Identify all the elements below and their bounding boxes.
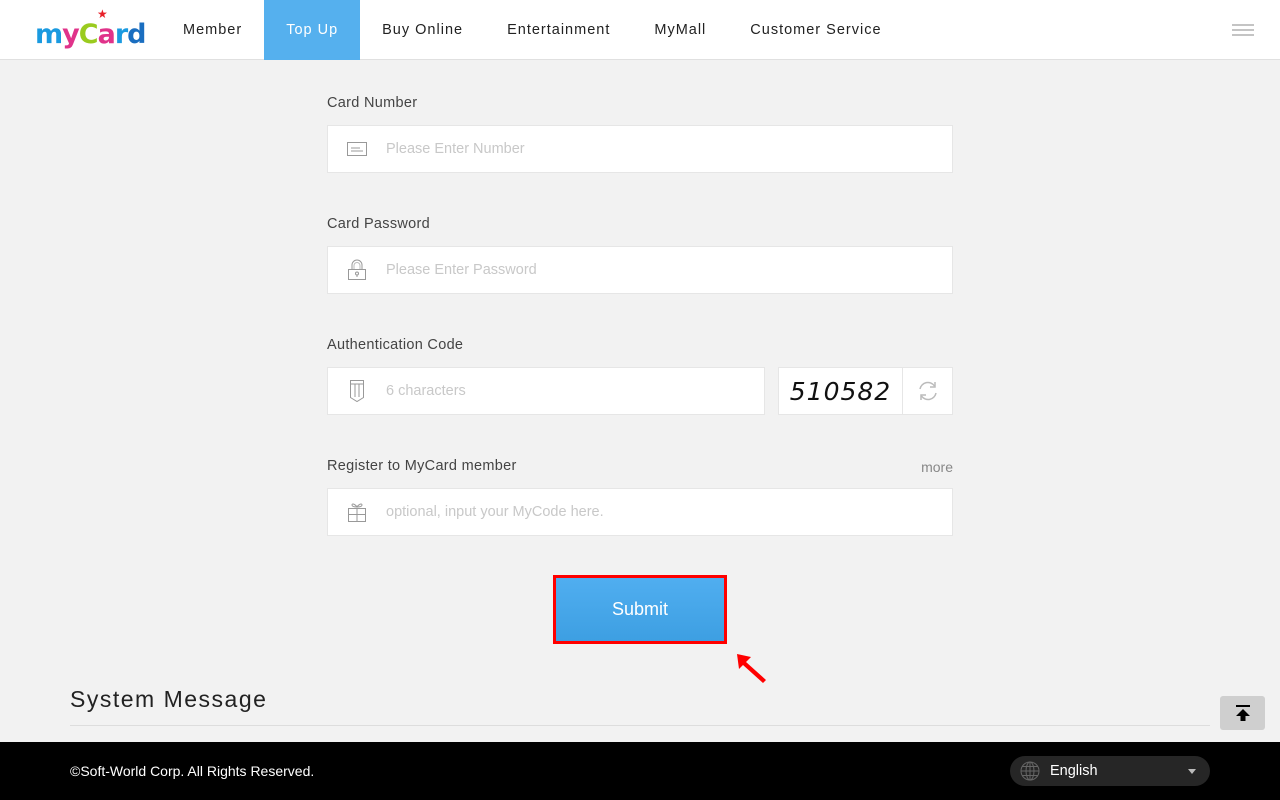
pointer-arrow-icon: [737, 654, 766, 683]
mycode-input[interactable]: [386, 489, 952, 535]
captcha-box: 510582: [778, 367, 953, 415]
nav-customer-service[interactable]: Customer Service: [728, 0, 903, 60]
main-nav: Member Top Up Buy Online Entertainment M…: [161, 0, 904, 60]
auth-code-input[interactable]: [386, 368, 764, 414]
nav-buy-online[interactable]: Buy Online: [360, 0, 485, 60]
card-number-field: [327, 125, 953, 173]
divider: [70, 725, 1210, 726]
auth-code-label: Authentication Code: [327, 337, 464, 353]
back-to-top-button[interactable]: [1220, 696, 1265, 730]
mycard-logo[interactable]: m y C a r d ★: [35, 7, 146, 50]
card-icon: [328, 142, 386, 156]
refresh-icon: [918, 381, 937, 401]
logo-letter: y: [62, 19, 80, 50]
card-number-label: Card Number: [327, 95, 418, 111]
lock-icon: [328, 259, 386, 281]
card-number-input[interactable]: [386, 126, 952, 172]
nav-entertainment[interactable]: Entertainment: [485, 0, 632, 60]
nav-mymall[interactable]: MyMall: [632, 0, 728, 60]
language-label: English: [1050, 763, 1098, 779]
mycode-field: [327, 488, 953, 536]
card-password-field: [327, 246, 953, 294]
captcha-image: 510582: [779, 368, 903, 414]
nav-member[interactable]: Member: [161, 0, 264, 60]
hamburger-icon[interactable]: [1232, 24, 1254, 36]
language-select[interactable]: English: [1010, 756, 1210, 786]
logo-letter: d: [127, 19, 146, 50]
arrow-up-to-top-icon: [1235, 705, 1250, 721]
globe-icon: [1020, 761, 1040, 781]
star-icon: ★: [97, 7, 108, 21]
submit-button[interactable]: Submit: [556, 578, 724, 641]
logo-letter: r: [114, 19, 128, 50]
system-message-title: System Message: [70, 686, 268, 712]
footer: ©Soft-World Corp. All Rights Reserved. E…: [0, 742, 1280, 800]
gift-icon: [328, 501, 386, 523]
auth-code-field: [327, 367, 765, 415]
submit-highlight: Submit: [553, 575, 727, 644]
logo-letter: a: [97, 19, 116, 50]
chevron-down-icon: [1188, 768, 1196, 774]
refresh-captcha-button[interactable]: [903, 368, 952, 414]
logo-letter: m: [35, 19, 63, 50]
card-password-input[interactable]: [386, 247, 952, 293]
pencil-icon: [328, 379, 386, 403]
nav-top-up[interactable]: Top Up: [264, 0, 361, 60]
header: m y C a r d ★ Member Top Up Buy Online E…: [0, 0, 1280, 60]
logo-letter: C: [78, 19, 99, 50]
register-label: Register to MyCard member: [327, 458, 517, 474]
more-link[interactable]: more: [921, 459, 953, 475]
card-password-label: Card Password: [327, 216, 431, 232]
copyright-text: ©Soft-World Corp. All Rights Reserved.: [70, 763, 315, 779]
